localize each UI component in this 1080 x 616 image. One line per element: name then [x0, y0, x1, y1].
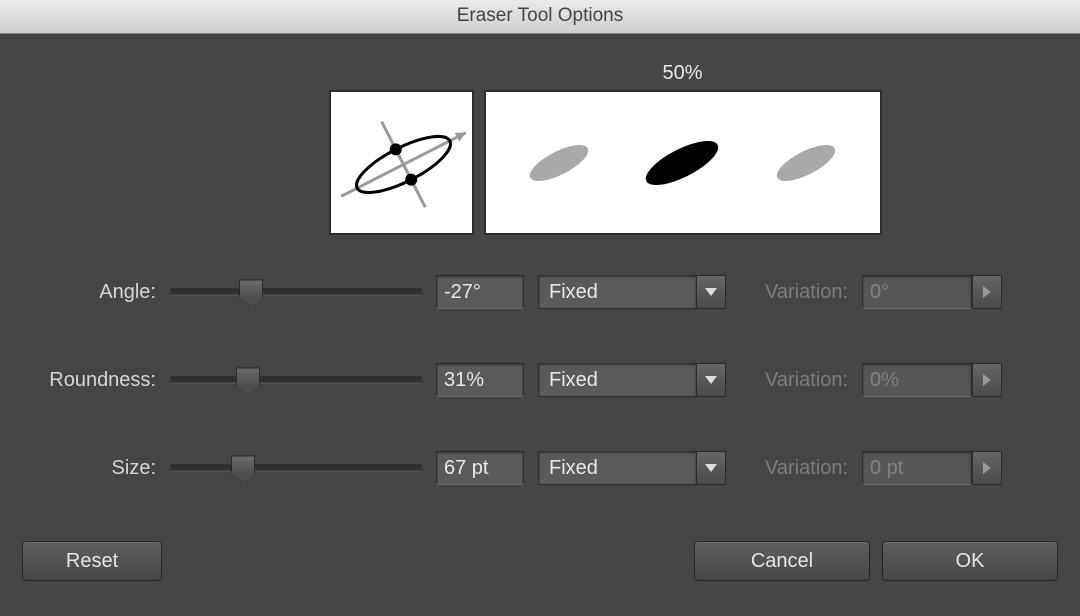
chevron-right-icon [983, 462, 991, 474]
ok-button[interactable]: OK [882, 541, 1058, 581]
size-variation-step-button [972, 451, 1002, 485]
intensity-preview-label: 50% [662, 62, 702, 90]
size-variation-value: 0 pt [862, 451, 972, 485]
size-input[interactable]: 67 pt [436, 451, 524, 485]
roundness-variation-label: Variation: [746, 369, 848, 392]
chevron-down-icon [705, 376, 717, 384]
size-mode-select[interactable]: Fixed [538, 451, 726, 485]
angle-preview-stack [329, 62, 474, 235]
brush-sample-min-icon [520, 133, 598, 193]
roundness-label: Roundness: [28, 369, 156, 392]
angle-gizmo-icon [331, 92, 476, 237]
chevron-down-icon [705, 464, 717, 472]
angle-row: Angle: -27° Fixed Variation: 0° [28, 275, 1052, 309]
intensity-preview-stack: 50% [484, 62, 882, 235]
angle-slider-track [170, 289, 422, 296]
angle-label: Angle: [28, 281, 156, 304]
size-label: Size: [28, 457, 156, 480]
size-variation-label: Variation: [746, 457, 848, 480]
intensity-preview [484, 90, 882, 235]
angle-variation-step-button [972, 275, 1002, 309]
button-row: Reset Cancel OK [22, 541, 1058, 581]
size-variation-field: 0 pt [862, 451, 1002, 485]
roundness-mode-select[interactable]: Fixed [538, 363, 726, 397]
roundness-slider-thumb[interactable] [236, 367, 260, 385]
cancel-button[interactable]: Cancel [694, 541, 870, 581]
size-slider[interactable] [170, 456, 422, 480]
roundness-mode-value: Fixed [538, 363, 696, 397]
angle-input[interactable]: -27° [436, 275, 524, 309]
size-mode-dropdown-button[interactable] [696, 451, 726, 485]
angle-variation-value: 0° [862, 275, 972, 309]
preview-row: 50% [152, 62, 1058, 235]
angle-mode-value: Fixed [538, 275, 696, 309]
titlebar: Eraser Tool Options [0, 0, 1080, 34]
size-slider-track [170, 465, 422, 472]
roundness-row: Roundness: 31% Fixed Variation: 0% [28, 363, 1052, 397]
roundness-variation-field: 0% [862, 363, 1002, 397]
roundness-input[interactable]: 31% [436, 363, 524, 397]
chevron-down-icon [705, 288, 717, 296]
chevron-right-icon [983, 374, 991, 386]
angle-preview[interactable] [329, 90, 474, 235]
size-row: Size: 67 pt Fixed Variation: 0 pt [28, 451, 1052, 485]
form: Angle: -27° Fixed Variation: 0° [22, 275, 1058, 485]
reset-button[interactable]: Reset [22, 541, 162, 581]
brush-sample-mid-icon [638, 133, 726, 193]
chevron-right-icon [983, 286, 991, 298]
roundness-variation-step-button [972, 363, 1002, 397]
angle-mode-dropdown-button[interactable] [696, 275, 726, 309]
angle-slider-thumb[interactable] [239, 279, 263, 297]
angle-variation-field: 0° [862, 275, 1002, 309]
roundness-mode-dropdown-button[interactable] [696, 363, 726, 397]
dialog-body: 50% Angle: -27° F [0, 34, 1080, 601]
angle-mode-select[interactable]: Fixed [538, 275, 726, 309]
dialog-title: Eraser Tool Options [457, 5, 624, 26]
roundness-slider-track [170, 377, 422, 384]
size-slider-thumb[interactable] [231, 455, 255, 473]
angle-slider[interactable] [170, 280, 422, 304]
size-mode-value: Fixed [538, 451, 696, 485]
brush-sample-max-icon [767, 133, 845, 193]
roundness-variation-value: 0% [862, 363, 972, 397]
roundness-slider[interactable] [170, 368, 422, 392]
angle-variation-label: Variation: [746, 281, 848, 304]
